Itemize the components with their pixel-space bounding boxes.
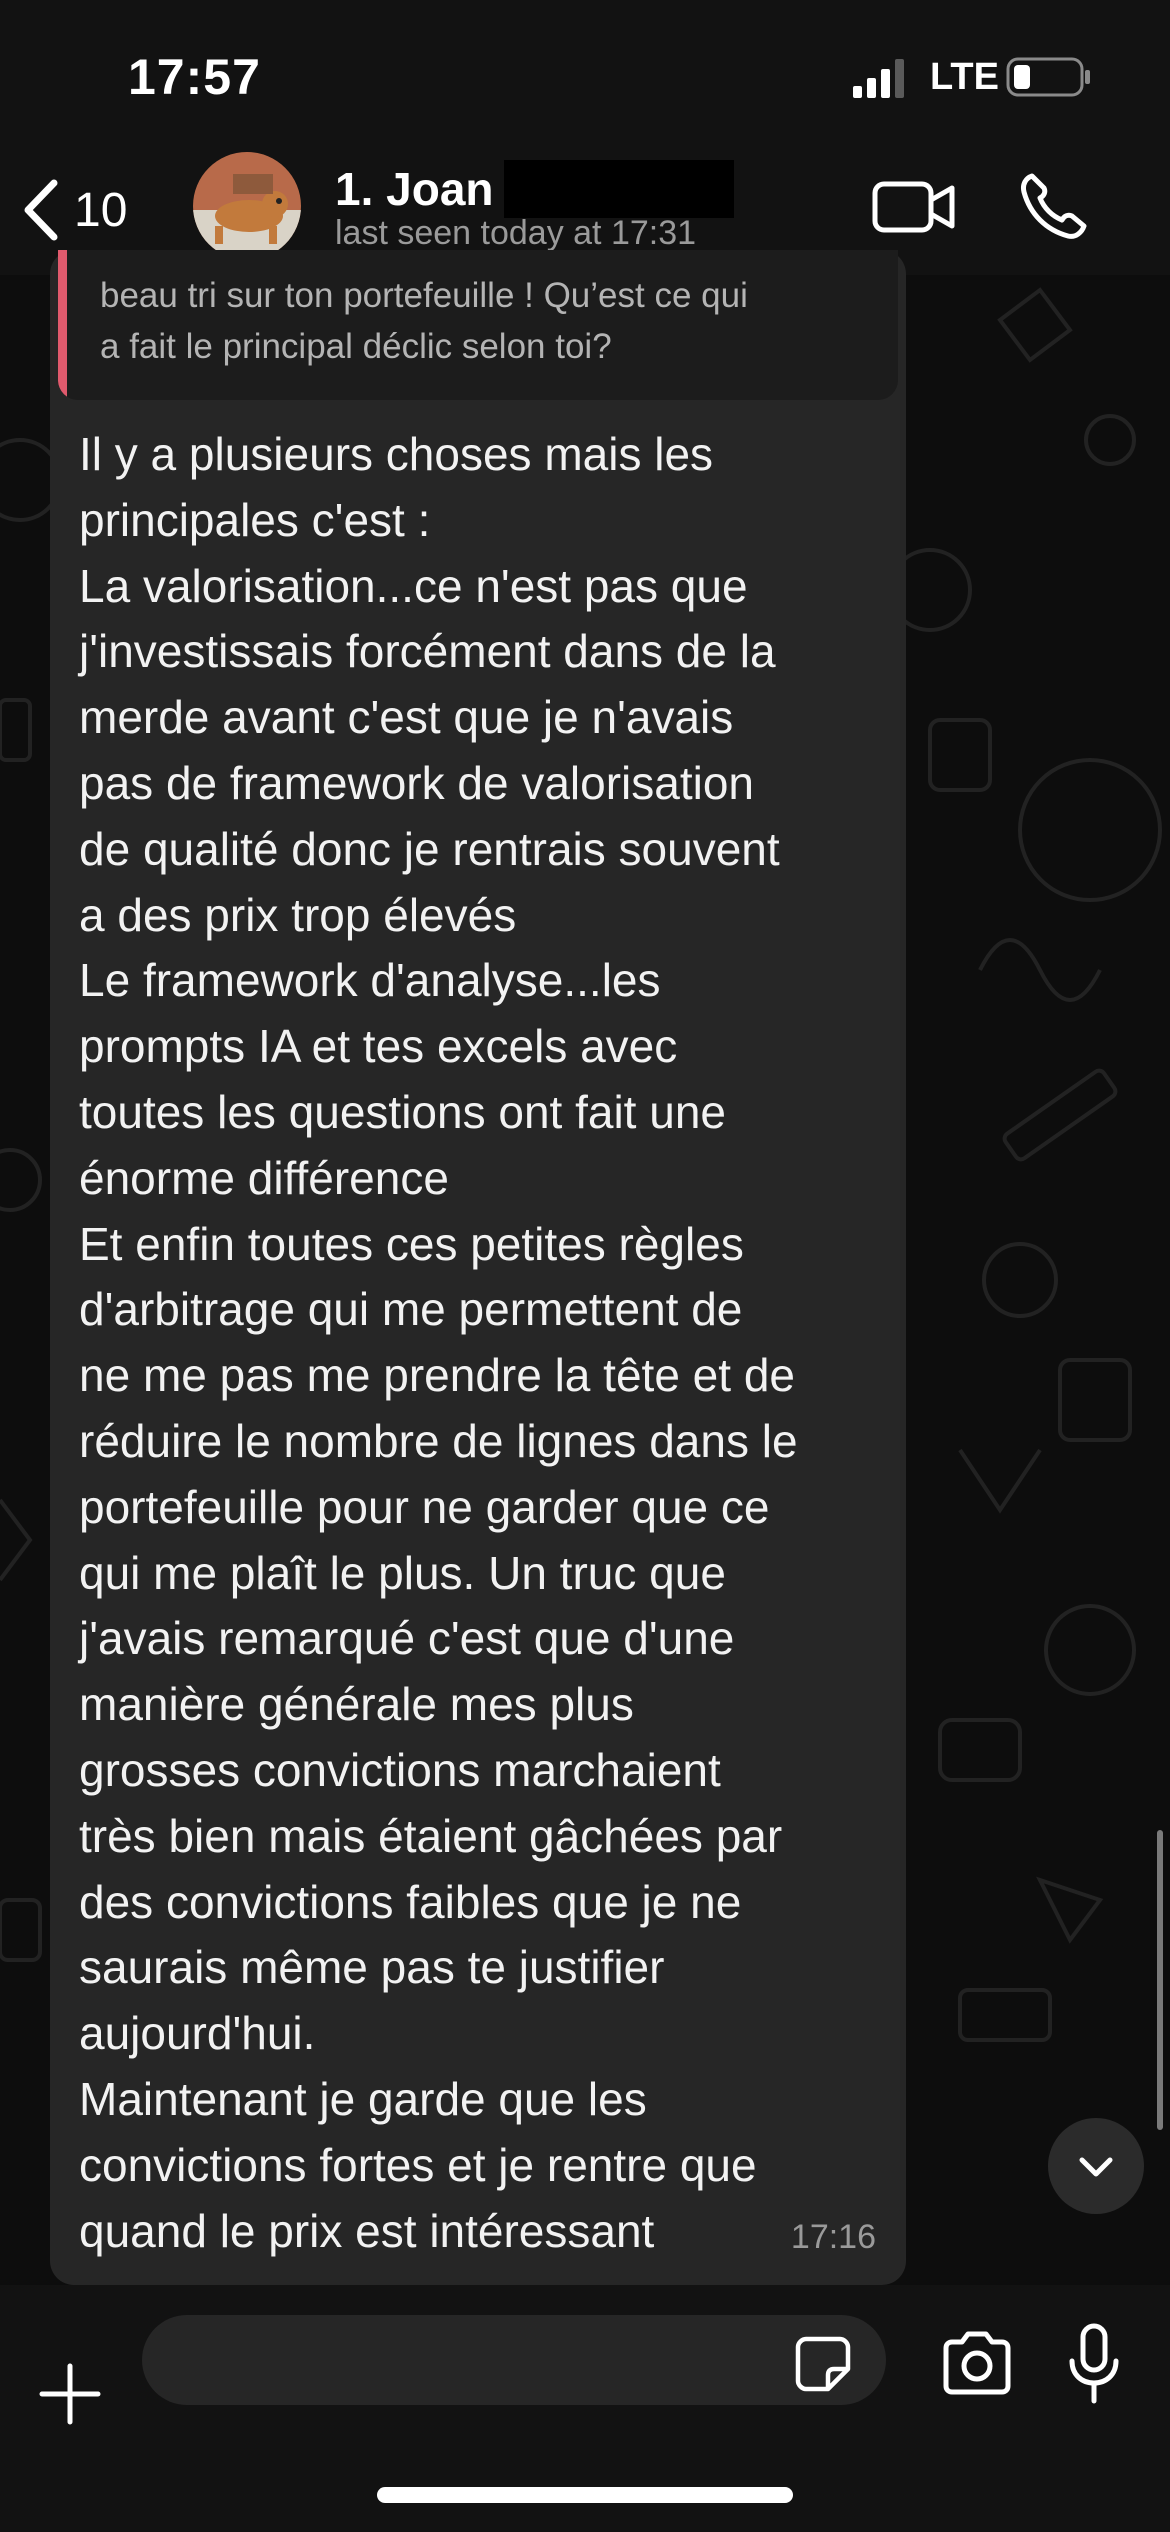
phone-icon (1021, 173, 1087, 239)
camera-button[interactable] (940, 2330, 1014, 2396)
quoted-message-text: beau tri sur ton portefeuille ! Qu’est c… (100, 276, 748, 366)
voice-call-button[interactable] (1018, 170, 1088, 240)
contact-avatar[interactable] (193, 152, 301, 260)
last-seen-status: last seen today at 17:31 (335, 214, 697, 252)
video-camera-icon (872, 181, 955, 233)
voice-message-button[interactable] (1068, 2323, 1120, 2405)
quoted-message[interactable]: beau tri sur ton portefeuille ! Qu’est c… (58, 250, 898, 400)
battery-icon (1006, 57, 1090, 97)
plus-icon (39, 2363, 101, 2425)
message-input[interactable] (142, 2315, 886, 2405)
scroll-to-bottom-button[interactable] (1048, 2118, 1144, 2214)
sticker-icon (795, 2336, 851, 2392)
status-bar: 17:57 LTE (0, 0, 1170, 140)
signal-strength-icon (853, 59, 904, 98)
message-bubble[interactable]: beau tri sur ton portefeuille ! Qu’est c… (50, 250, 906, 2285)
video-call-button[interactable] (872, 176, 956, 238)
chevron-left-icon (24, 179, 58, 241)
redacted-surname-block (503, 160, 734, 218)
network-type-label: LTE (930, 56, 999, 98)
status-time: 17:57 (128, 49, 261, 105)
home-indicator[interactable] (377, 2487, 793, 2503)
back-button[interactable]: 10 (20, 175, 127, 245)
message-text: Il y a plusieurs choses mais les princip… (79, 428, 798, 2257)
message-timestamp: 17:16 (790, 2218, 876, 2256)
scrollbar[interactable] (1157, 1830, 1163, 2130)
unread-count: 10 (74, 183, 128, 237)
attach-button[interactable] (36, 2360, 104, 2428)
sticker-button[interactable] (794, 2335, 852, 2393)
quote-accent-bar (58, 250, 67, 400)
contact-name: 1. Joan (335, 163, 494, 215)
contact-name-row[interactable]: 1. Joan (335, 160, 734, 218)
camera-icon (943, 2331, 1011, 2395)
microphone-icon (1069, 2323, 1119, 2404)
chevron-down-icon (1079, 2157, 1113, 2177)
composer-bar (0, 2285, 1170, 2532)
avatar-image (193, 152, 301, 260)
